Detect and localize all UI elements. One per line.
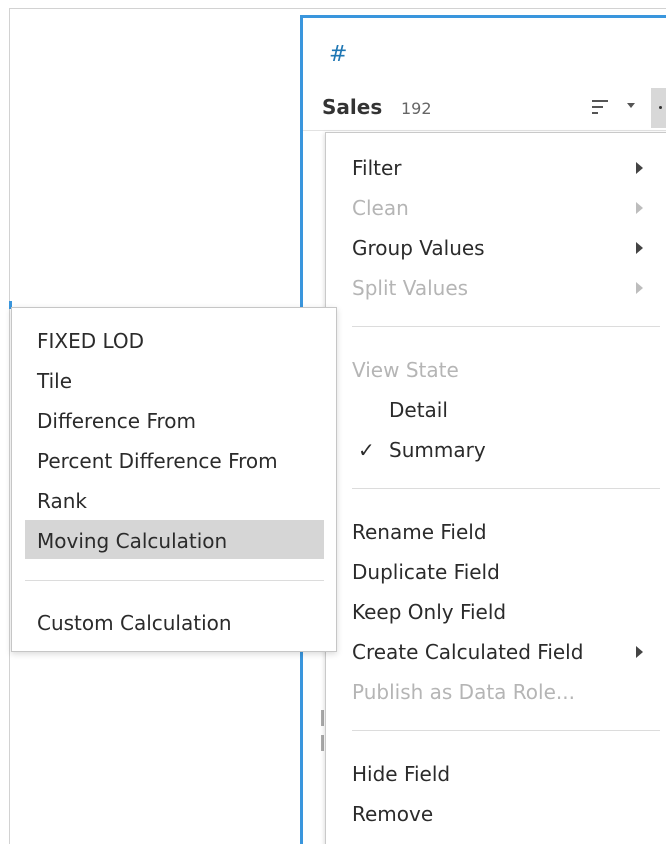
menu-item-clean: Clean (352, 196, 409, 220)
frame-border (9, 8, 666, 9)
menu-item-create-calculated-field[interactable]: Create Calculated Field (352, 640, 583, 664)
menu-item-remove[interactable]: Remove (352, 802, 433, 826)
card-mark (321, 735, 324, 751)
submenu-item-fixed-lod[interactable]: FIXED LOD (37, 329, 144, 353)
menu-item-hide-field[interactable]: Hide Field (352, 762, 450, 786)
number-type-icon: # (329, 42, 348, 67)
menu-item-keep-only-field[interactable]: Keep Only Field (352, 600, 506, 624)
submenu-arrow-icon (636, 162, 643, 174)
view-state-header: View State (352, 358, 459, 382)
field-count: 192 (401, 99, 432, 118)
submenu-arrow-icon (636, 202, 643, 214)
menu-divider (352, 730, 660, 731)
sort-icon[interactable] (592, 100, 608, 114)
submenu-item-custom-calculation[interactable]: Custom Calculation (37, 611, 232, 635)
chevron-down-icon[interactable] (627, 103, 635, 108)
menu-divider (25, 580, 324, 581)
submenu-item-difference-from[interactable]: Difference From (37, 409, 196, 433)
menu-item-summary[interactable]: Summary (389, 438, 486, 462)
more-icon (659, 106, 662, 109)
check-icon: ✓ (358, 438, 375, 462)
field-context-menu: Filter Clean Group Values Split Values V… (325, 132, 666, 844)
menu-divider (352, 488, 660, 489)
menu-item-publish-as-data-role: Publish as Data Role... (352, 680, 575, 704)
menu-divider (352, 326, 660, 327)
submenu-arrow-icon (636, 242, 643, 254)
submenu-arrow-icon (636, 646, 643, 658)
menu-item-detail[interactable]: Detail (389, 398, 448, 422)
submenu-item-percent-difference-from[interactable]: Percent Difference From (37, 449, 278, 473)
menu-item-filter[interactable]: Filter (352, 156, 402, 180)
field-name: Sales (322, 95, 383, 119)
divider (303, 130, 666, 131)
frame-border (9, 8, 10, 844)
menu-item-duplicate-field[interactable]: Duplicate Field (352, 560, 500, 584)
card-mark (321, 710, 324, 726)
calculated-field-submenu: FIXED LOD Tile Difference From Percent D… (11, 307, 337, 652)
submenu-item-moving-calculation[interactable]: Moving Calculation (37, 529, 227, 553)
submenu-item-rank[interactable]: Rank (37, 489, 87, 513)
submenu-item-tile[interactable]: Tile (37, 369, 72, 393)
canvas: # Sales 192 Filter Clean Group Values Sp… (0, 0, 666, 844)
menu-item-rename-field[interactable]: Rename Field (352, 520, 487, 544)
submenu-arrow-icon (636, 282, 643, 294)
menu-item-group-values[interactable]: Group Values (352, 236, 485, 260)
menu-item-split-values: Split Values (352, 276, 469, 300)
more-options-button[interactable] (651, 88, 666, 128)
